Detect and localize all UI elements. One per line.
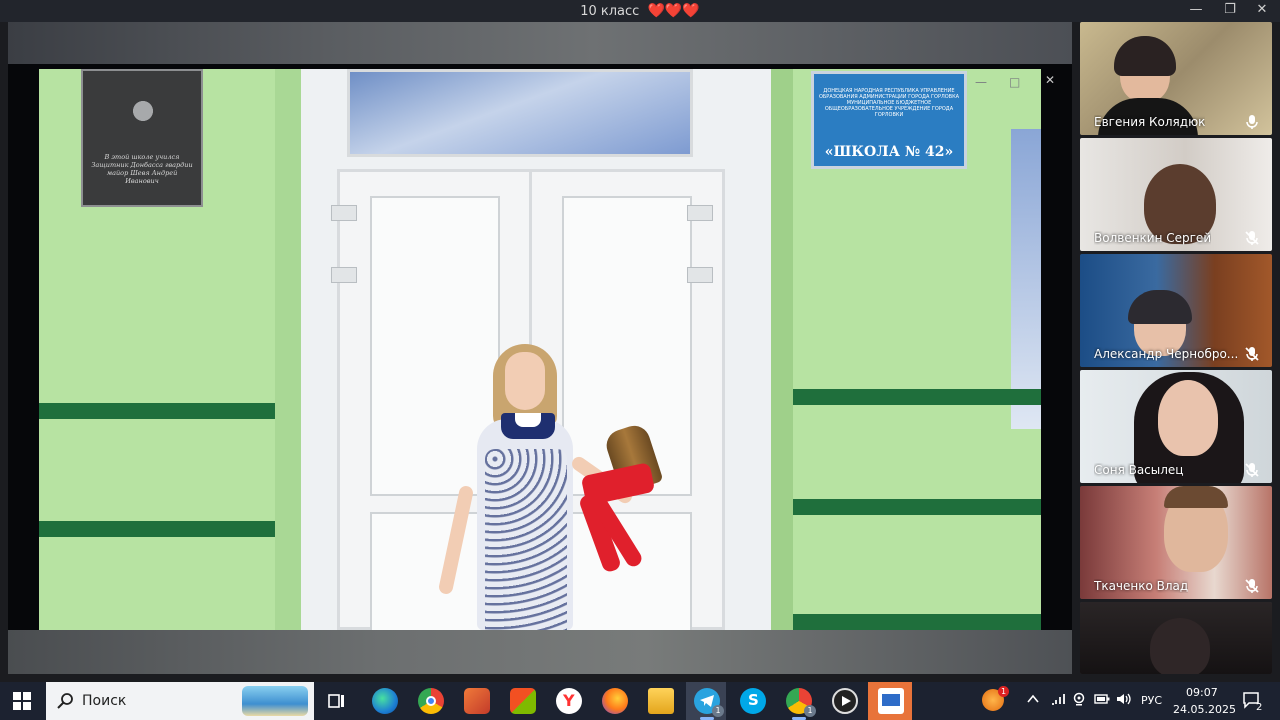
main-stage: В этой школе учился Защитник Донбасса гв…: [8, 22, 1072, 674]
wall-stripe: [39, 403, 275, 419]
whiteboard-glyph: [882, 694, 900, 706]
stage-blur-bottom: [8, 630, 1072, 674]
media-player-icon[interactable]: [464, 688, 490, 714]
participant-tile[interactable]: Ткаченко Влад: [1080, 486, 1272, 599]
girl-apron: [485, 449, 567, 630]
share-close-button[interactable]: ✕: [1045, 73, 1055, 87]
webcam-icon[interactable]: [1072, 692, 1086, 706]
participant-face: [1158, 380, 1218, 456]
search-highlight-image: [242, 686, 308, 716]
microphone-muted-icon: [1245, 463, 1259, 477]
microphone-muted-icon: [1245, 231, 1259, 245]
plaque-emblem: [123, 85, 163, 137]
windows-start-icon[interactable]: [13, 692, 31, 710]
play-icon: [842, 696, 851, 706]
participant-tile[interactable]: Александр Чернобро...: [1080, 254, 1272, 367]
girl-collar: [501, 413, 555, 439]
clock-date[interactable]: 24.05.2025: [1173, 703, 1236, 716]
chrome-profile-icon[interactable]: 1: [786, 688, 816, 720]
girl-face: [505, 352, 545, 410]
microphone-icon: [1246, 115, 1258, 129]
network-icon[interactable]: [1050, 692, 1066, 706]
window-title-text: 10 класс: [580, 4, 640, 19]
participant-name: Волвенкин Сергей: [1094, 231, 1212, 245]
skype-glyph: S: [748, 691, 759, 709]
telegram-badge: 1: [712, 705, 724, 717]
shared-video: В этой школе учился Защитник Донбасса гв…: [39, 69, 1041, 630]
wall-pillar: [771, 69, 793, 630]
participant-name: Соня Васылец: [1094, 463, 1184, 477]
sign-header-text: ДОНЕЦКАЯ НАРОДНАЯ РЕСПУБЛИКА УПРАВЛЕНИЕ …: [818, 88, 960, 118]
plaque-text: В этой школе учился Защитник Донбасса гв…: [91, 153, 193, 185]
tray-badge: 1: [998, 686, 1009, 697]
telegram-plane-icon: [700, 695, 714, 707]
participant-tile[interactable]: [1080, 602, 1272, 674]
microsoft-store-icon[interactable]: [510, 688, 536, 714]
sign-school-name: «ШКОЛА № 42»: [824, 144, 954, 160]
memorial-plaque: В этой школе учился Защитник Донбасса гв…: [81, 69, 203, 207]
chevron-up-icon[interactable]: [1027, 694, 1039, 704]
chrome-icon[interactable]: [418, 688, 444, 714]
participant-tile[interactable]: Волвенкин Сергей: [1080, 138, 1272, 251]
participant-silhouette: [1150, 618, 1210, 674]
wall-stripe: [39, 521, 275, 537]
chrome-icon-center: [426, 696, 436, 706]
participant-hair: [1164, 486, 1228, 508]
sky-edge: [1011, 129, 1041, 429]
school-sign: ДОНЕЦКАЯ НАРОДНАЯ РЕСПУБЛИКА УПРАВЛЕНИЕ …: [811, 71, 967, 169]
close-button[interactable]: ✕: [1245, 2, 1279, 17]
clock-time[interactable]: 09:07: [1186, 686, 1218, 699]
maximize-button[interactable]: ❐: [1213, 2, 1247, 17]
participant-name: Александр Чернобро...: [1094, 347, 1239, 361]
participant-tile[interactable]: Соня Васылец: [1080, 370, 1272, 483]
whiteboard-app-icon[interactable]: [878, 688, 904, 714]
yandex-browser-icon[interactable]: Y: [556, 688, 582, 714]
battery-icon[interactable]: [1094, 694, 1110, 704]
door-transom-window: [347, 69, 693, 157]
chrome-badge: 1: [804, 705, 816, 717]
wall-stripe: [775, 499, 1041, 515]
microphone-muted-icon: [1245, 579, 1259, 593]
notifications-count: 2: [1256, 702, 1263, 713]
search-label: Поиск: [82, 693, 127, 709]
participant-name: Ткаченко Влад: [1094, 579, 1189, 593]
minimize-button[interactable]: —: [1179, 2, 1213, 17]
door-panel: [562, 512, 692, 630]
window-titlebar: 10 класс ❤️❤️❤️ — ❐ ✕: [0, 0, 1280, 22]
door-hinge: [331, 267, 357, 283]
file-explorer-icon[interactable]: [648, 688, 674, 714]
door-hinge: [687, 205, 713, 221]
participants-sidebar: Евгения Колядюк Волвенкин Сергей Алексан…: [1080, 22, 1272, 674]
telegram-icon[interactable]: 1: [694, 688, 724, 720]
hearts-emoji: ❤️❤️❤️: [647, 3, 700, 19]
screen-share-area[interactable]: В этой школе учился Защитник Донбасса гв…: [8, 64, 1072, 632]
window-title: 10 класс ❤️❤️❤️: [0, 3, 1280, 19]
wall-pillar: [275, 69, 301, 630]
stage-blur-top: [8, 22, 1072, 64]
language-indicator[interactable]: РУС: [1141, 694, 1162, 707]
volume-icon[interactable]: [1116, 692, 1132, 706]
door-hinge: [331, 205, 357, 221]
door-hinge: [687, 267, 713, 283]
taskbar-search[interactable]: Поиск: [46, 682, 314, 720]
wall-stripe: [767, 389, 1041, 405]
search-icon: [57, 693, 73, 709]
media-player-classic-icon[interactable]: [832, 688, 858, 714]
tray-app-icon[interactable]: 1: [982, 686, 1009, 711]
wall-stripe: [775, 614, 1041, 630]
microphone-muted-icon: [1245, 347, 1259, 361]
edge-icon[interactable]: [372, 688, 398, 714]
participant-name: Евгения Колядюк: [1094, 115, 1206, 129]
skype-icon[interactable]: S: [740, 688, 766, 714]
participant-tile[interactable]: Евгения Колядюк: [1080, 22, 1272, 135]
yandex-glyph: Y: [563, 691, 575, 710]
share-minimize-button[interactable]: —: [975, 75, 987, 89]
share-maximize-button[interactable]: □: [1009, 75, 1020, 89]
task-view-icon[interactable]: [328, 692, 346, 710]
firefox-icon[interactable]: [602, 688, 628, 714]
